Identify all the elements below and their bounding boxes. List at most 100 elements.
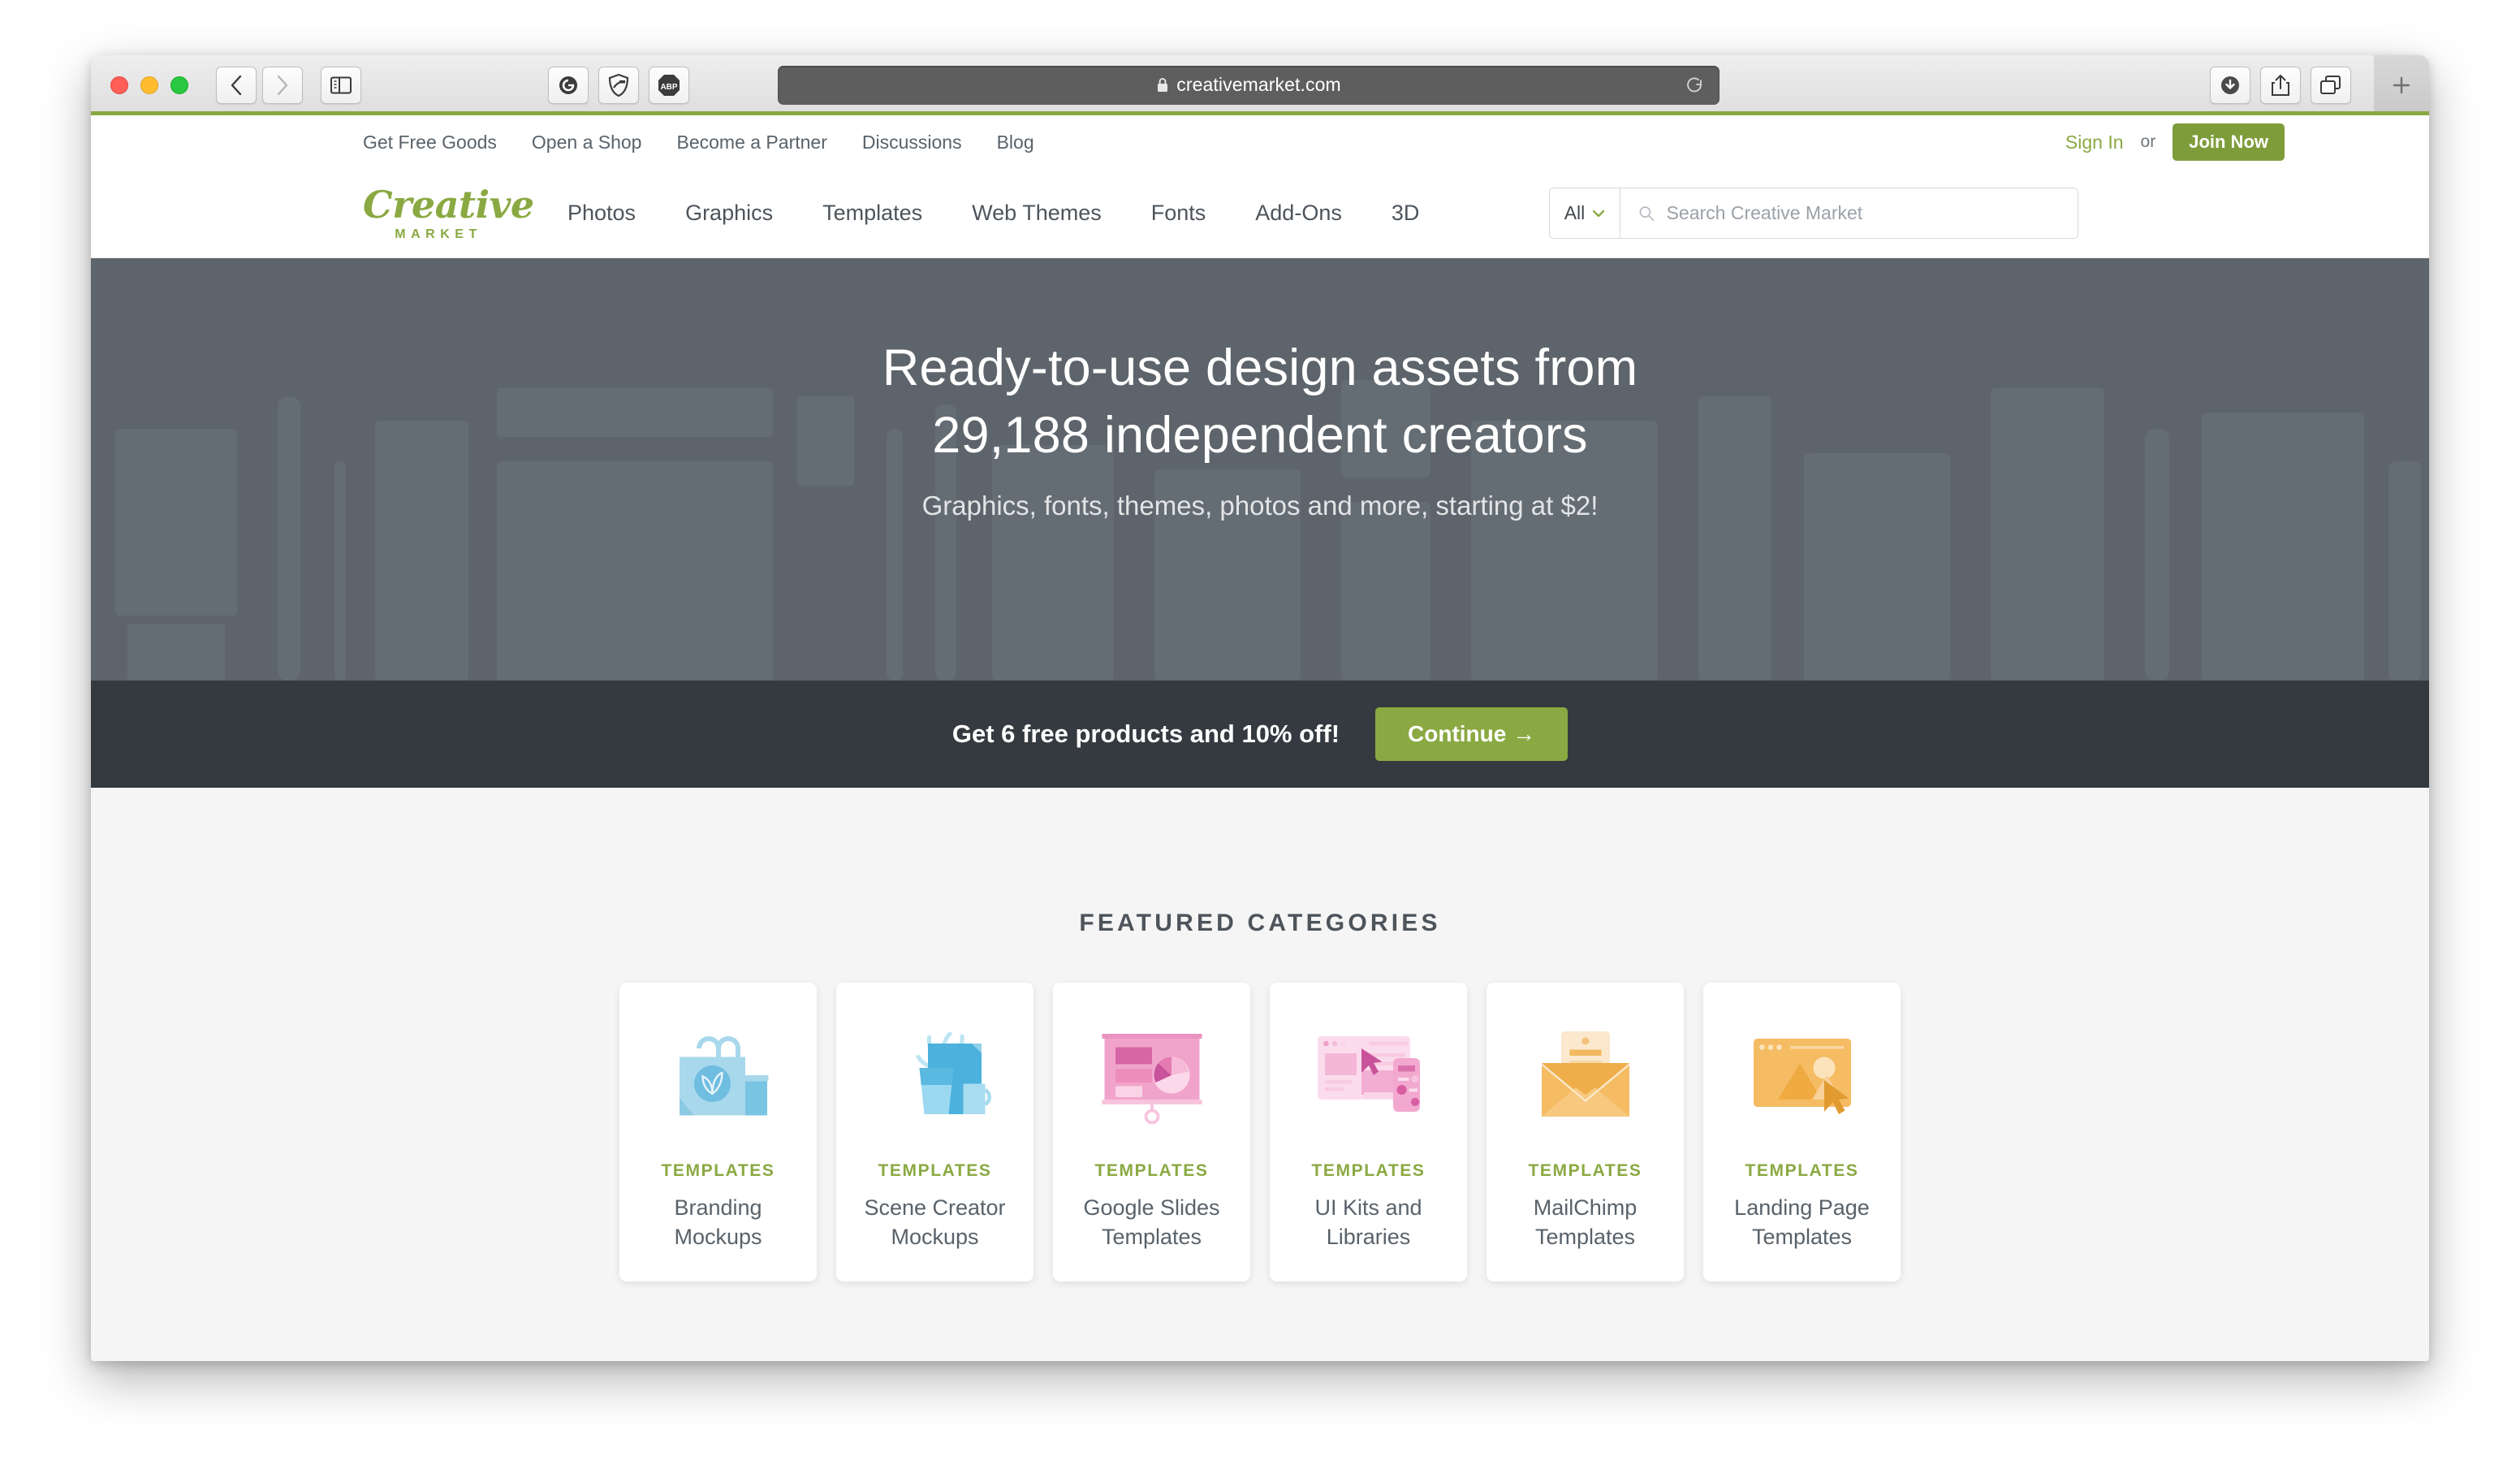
ui-window-icon xyxy=(1317,1036,1420,1112)
utility-link-discussions[interactable]: Discussions xyxy=(862,132,962,153)
card-kicker: TEMPLATES xyxy=(878,1161,992,1180)
promo-text: Get 6 free products and 10% off! xyxy=(951,720,1340,748)
shield-extension-icon xyxy=(608,73,629,97)
utility-link-become-a-partner[interactable]: Become a Partner xyxy=(676,132,826,153)
card-title: Scene Creator Mockups xyxy=(864,1195,1006,1249)
browser-toolbar: ABP creativemarket.com xyxy=(91,55,2429,115)
category-card-landing-page-templates[interactable]: TEMPLATES Landing Page Templates xyxy=(1703,983,1901,1281)
nav-item-fonts[interactable]: Fonts xyxy=(1151,201,1206,226)
plus-icon xyxy=(2393,76,2410,94)
ghostery-extension-button[interactable] xyxy=(548,66,589,104)
hero-title-line-2: 29,188 independent creators xyxy=(932,407,1588,465)
card-kicker: TEMPLATES xyxy=(1094,1161,1209,1180)
svg-text:ABP: ABP xyxy=(660,83,677,92)
downloads-button[interactable] xyxy=(2210,66,2250,104)
category-card-ui-kits-and-libraries[interactable]: TEMPLATES UI Kits and Libraries xyxy=(1270,983,1467,1281)
card-kicker: TEMPLATES xyxy=(1528,1161,1642,1180)
adblock-plus-extension-icon: ABP xyxy=(658,74,680,96)
utility-link-open-a-shop[interactable]: Open a Shop xyxy=(532,132,642,153)
main-nav: Photos Graphics Templates Web Themes Fon… xyxy=(567,201,1419,226)
logo-wordmark: Creative xyxy=(363,182,534,227)
hero-subtitle: Graphics, fonts, themes, photos and more… xyxy=(921,491,1599,521)
search-input[interactable] xyxy=(1666,202,2078,224)
hero-banner: Ready-to-use design assets from 29,188 i… xyxy=(91,258,2429,681)
category-card-branding-mockups[interactable]: TEMPLATES Branding Mockups xyxy=(619,983,817,1281)
or-separator: or xyxy=(2140,132,2156,151)
share-icon xyxy=(2272,74,2289,96)
browser-window: ABP creativemarket.com Get Free Goods Op… xyxy=(91,55,2429,1361)
hero-title: Ready-to-use design assets from 29,188 i… xyxy=(91,335,2429,469)
close-window-button[interactable] xyxy=(110,76,128,94)
search-scope-dropdown[interactable]: All xyxy=(1549,188,1620,239)
sign-in-link[interactable]: Sign In xyxy=(2065,132,2124,153)
search-area: All xyxy=(1549,188,2078,239)
search-input-wrapper[interactable] xyxy=(1620,188,2078,239)
sidebar-toggle-button[interactable] xyxy=(321,66,361,104)
card-title: Branding Mockups xyxy=(674,1195,762,1249)
promo-continue-button[interactable]: Continue → xyxy=(1375,707,1569,761)
hero-title-line-1: Ready-to-use design assets from xyxy=(882,339,1638,396)
promo-bar: Get 6 free products and 10% off! Continu… xyxy=(91,681,2429,788)
nav-item-graphics[interactable]: Graphics xyxy=(685,201,773,226)
downloads-icon xyxy=(2221,76,2239,94)
featured-categories-heading: FEATURED CATEGORIES xyxy=(1079,910,1441,936)
card-kicker: TEMPLATES xyxy=(661,1161,775,1180)
adblock-plus-extension-button[interactable]: ABP xyxy=(649,66,689,104)
main-header: Creative MARKET Photos Graphics Template… xyxy=(91,169,2429,258)
search-scope-label: All xyxy=(1564,202,1586,223)
share-button[interactable] xyxy=(2260,66,2301,104)
utility-nav: Get Free Goods Open a Shop Become a Part… xyxy=(91,115,2429,169)
reload-icon xyxy=(1687,77,1702,92)
url-text: creativemarket.com xyxy=(1176,74,1341,95)
toolbar-right-buttons xyxy=(2210,66,2351,104)
utility-link-blog[interactable]: Blog xyxy=(997,132,1034,153)
sidebar-toggle-icon xyxy=(330,76,352,93)
card-title: MailChimp Templates xyxy=(1533,1195,1638,1249)
back-button[interactable] xyxy=(216,66,257,104)
category-card-list: TEMPLATES Branding Mockups TEMPLATES Sce… xyxy=(91,983,2429,1281)
minimize-window-button[interactable] xyxy=(140,76,158,94)
utility-link-get-free-goods[interactable]: Get Free Goods xyxy=(363,132,497,153)
card-kicker: TEMPLATES xyxy=(1745,1161,1859,1180)
nav-item-3d[interactable]: 3D xyxy=(1392,201,1420,226)
nav-item-add-ons[interactable]: Add-Ons xyxy=(1255,201,1342,226)
site-logo[interactable]: Creative MARKET xyxy=(363,182,534,241)
forward-button[interactable] xyxy=(262,66,303,104)
category-card-mailchimp-templates[interactable]: TEMPLATES MailChimp Templates xyxy=(1487,983,1684,1281)
chevron-down-icon xyxy=(1593,210,1605,217)
navigation-buttons xyxy=(216,66,303,104)
hero-text: Ready-to-use design assets from 29,188 i… xyxy=(91,258,2429,521)
shield-extension-button[interactable] xyxy=(598,66,639,104)
envelope-icon xyxy=(1541,1031,1629,1117)
search-icon xyxy=(1639,205,1655,221)
logo-subtext: MARKET xyxy=(395,227,482,241)
account-area: Sign In or Join Now xyxy=(2065,123,2285,161)
category-card-google-slides-templates[interactable]: TEMPLATES Google Slides Templates xyxy=(1053,983,1250,1281)
category-card-scene-creator-mockups[interactable]: TEMPLATES Scene Creator Mockups xyxy=(836,983,1033,1281)
chevron-right-icon xyxy=(277,75,288,95)
maximize-window-button[interactable] xyxy=(170,76,188,94)
utility-nav-links: Get Free Goods Open a Shop Become a Part… xyxy=(363,132,1034,153)
nav-item-photos[interactable]: Photos xyxy=(567,201,636,226)
nav-item-templates[interactable]: Templates xyxy=(822,201,922,226)
nav-item-web-themes[interactable]: Web Themes xyxy=(972,201,1102,226)
chevron-left-icon xyxy=(231,75,242,95)
ghostery-extension-icon xyxy=(559,76,577,94)
new-tab-button[interactable] xyxy=(2374,55,2429,115)
window-controls xyxy=(110,76,188,94)
lock-icon xyxy=(1156,77,1169,93)
join-now-button[interactable]: Join Now xyxy=(2173,123,2285,161)
shopping-bag-icon xyxy=(679,1036,768,1116)
tab-overview-icon xyxy=(2320,75,2341,94)
address-bar[interactable]: creativemarket.com xyxy=(778,65,1720,105)
page-content: Get Free Goods Open a Shop Become a Part… xyxy=(91,115,2429,1361)
browser-extensions: ABP xyxy=(548,66,689,104)
tab-overview-button[interactable] xyxy=(2311,66,2351,104)
reload-button[interactable] xyxy=(1685,76,1705,95)
card-title: Landing Page Templates xyxy=(1734,1195,1870,1249)
featured-categories-section: FEATURED CATEGORIES TEMPLATES Branding M… xyxy=(91,788,2429,1281)
card-title: Google Slides Templates xyxy=(1083,1195,1220,1249)
landing-page-icon xyxy=(1753,1039,1851,1114)
presentation-icon xyxy=(1102,1034,1202,1125)
plant-scene-icon xyxy=(915,1031,991,1114)
